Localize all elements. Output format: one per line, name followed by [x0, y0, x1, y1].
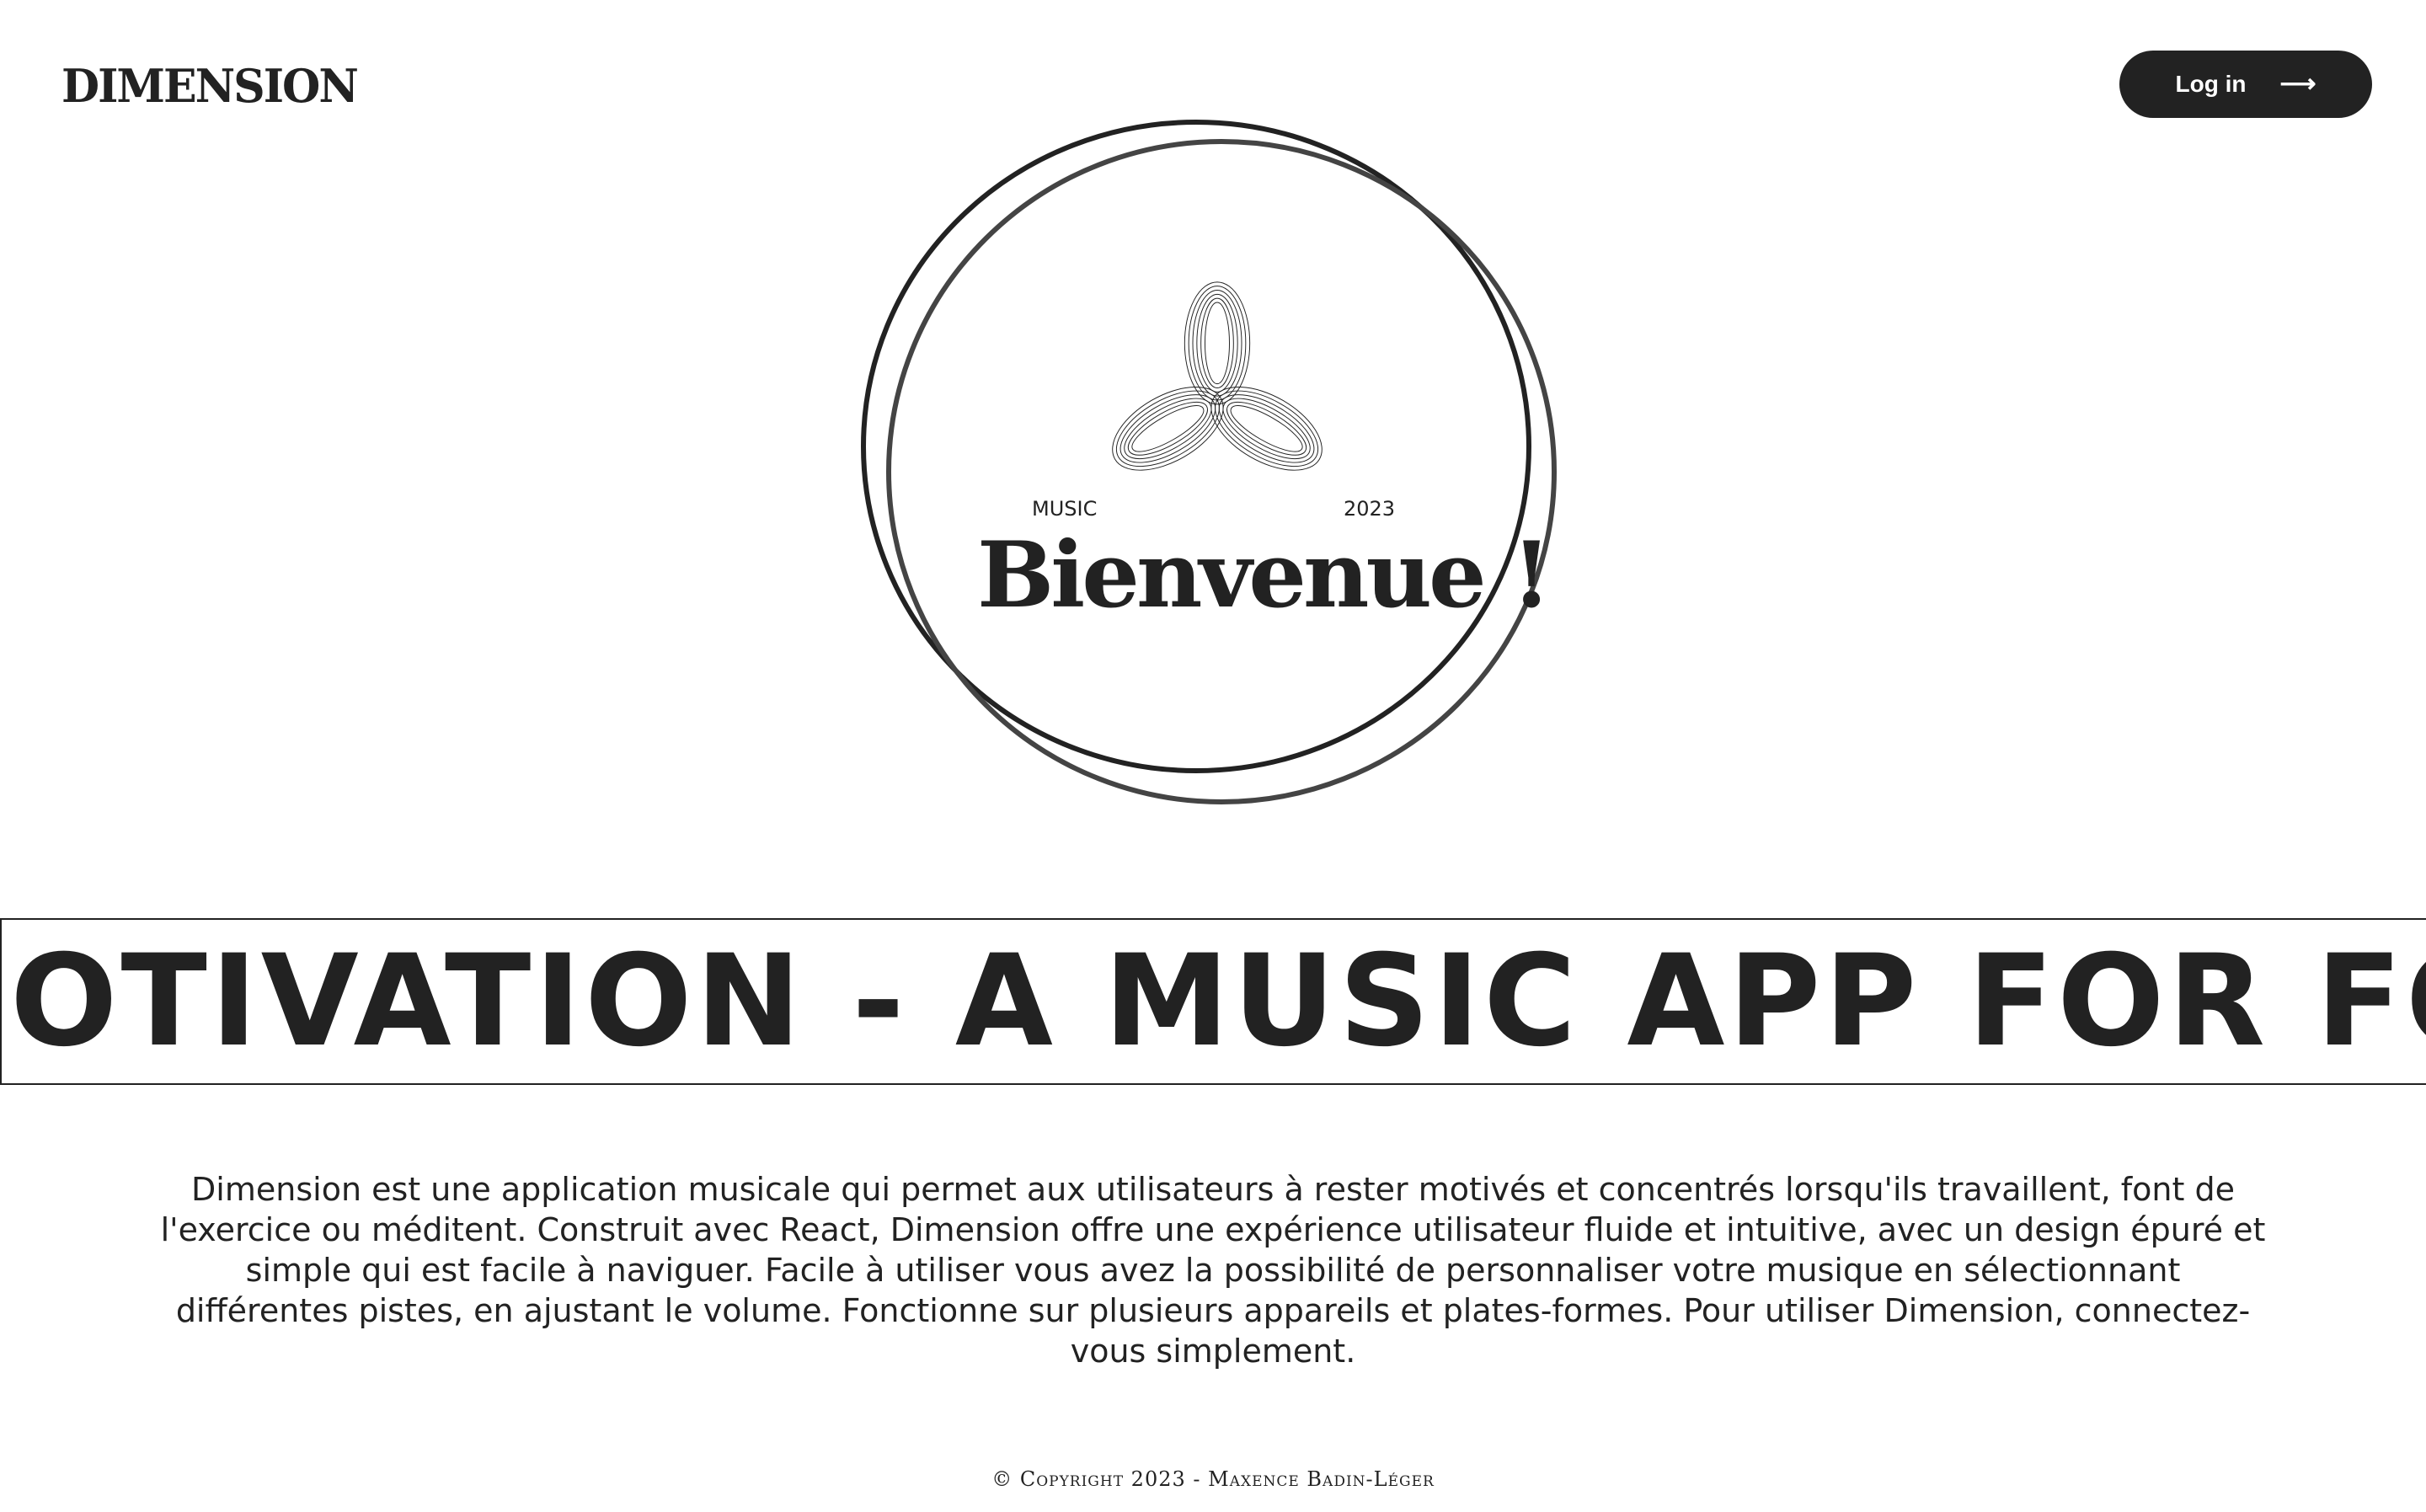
arrow-right-icon: ⟶	[2279, 70, 2316, 98]
app-description: Dimension est une application musicale q…	[160, 1171, 2266, 1370]
marquee-banner: OTIVATION - A MUSIC APP FOR FOC	[0, 918, 2426, 1085]
hero-emblem: MUSIC 2023 Bienvenue !	[851, 101, 1584, 834]
login-button[interactable]: Log in ⟶	[2119, 51, 2372, 118]
year-tag: 2023	[1344, 497, 1396, 521]
hero-title: Bienvenue !	[977, 522, 1552, 628]
login-label: Log in	[2175, 71, 2247, 97]
copyright-footer: © Copyright 2023 - Maxence Badin-Léger	[991, 1467, 1435, 1491]
landing-page: DIMENSION Log in ⟶ MUSIC 2023 Bienvenue …	[0, 0, 2426, 1512]
spirograph-icon	[1112, 281, 1323, 471]
music-tag: MUSIC	[1032, 497, 1098, 521]
brand-logo[interactable]: DIMENSION	[61, 59, 359, 113]
marquee-text: OTIVATION - A MUSIC APP FOR FOC	[10, 928, 2426, 1075]
